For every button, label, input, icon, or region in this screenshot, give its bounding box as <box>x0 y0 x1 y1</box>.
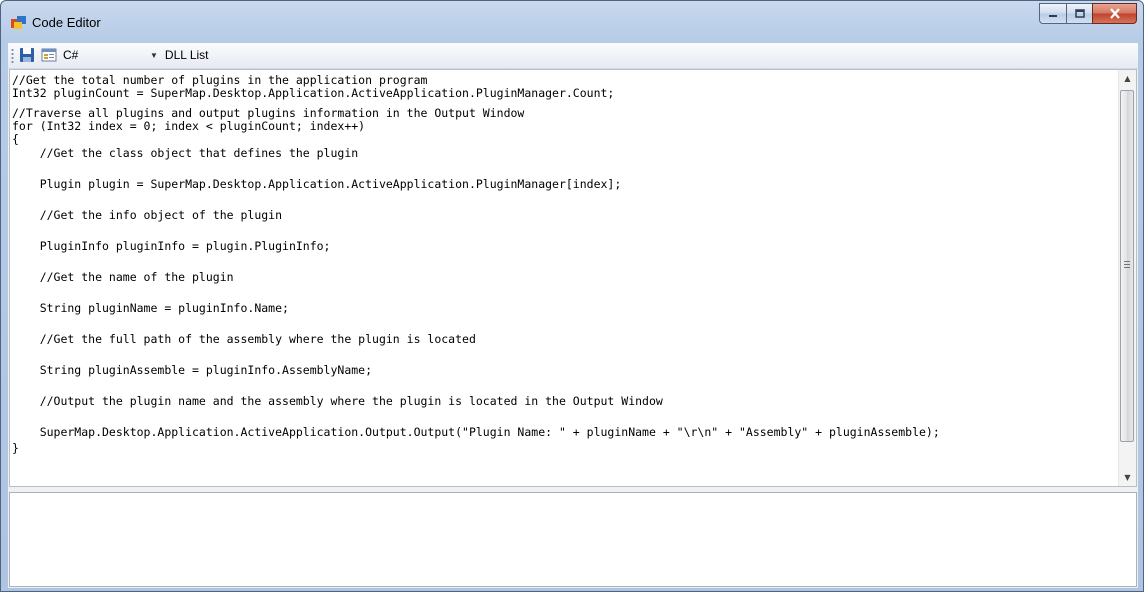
dll-list-dropdown[interactable]: ▼ DLL List <box>150 48 209 62</box>
code-editor-window: Code Editor C# ▼ DLL List //Get the tota… <box>0 0 1144 592</box>
dll-list-label: DLL List <box>164 48 209 62</box>
code-line: } <box>12 441 19 455</box>
arrow-up-icon: ▲ <box>1124 74 1131 83</box>
code-line: for (Int32 index = 0; index < pluginCoun… <box>12 119 366 133</box>
code-line: //Get the info object of the plugin <box>12 208 283 222</box>
code-line: //Get the full path of the assembly wher… <box>12 332 476 346</box>
save-icon <box>20 48 34 62</box>
caption-buttons <box>1039 3 1137 24</box>
close-button[interactable] <box>1092 3 1137 24</box>
code-line: Int32 pluginCount = SuperMap.Desktop.App… <box>12 86 615 100</box>
save-button[interactable] <box>17 45 37 65</box>
code-line: //Get the name of the plugin <box>12 270 234 284</box>
vertical-scrollbar[interactable]: ▲ ▼ <box>1118 70 1136 486</box>
toolbar: C# ▼ DLL List <box>8 43 1138 69</box>
code-line: { <box>12 132 19 146</box>
minimize-button[interactable] <box>1039 3 1066 24</box>
code-line: //Output the plugin name and the assembl… <box>12 394 663 408</box>
client-area: C# ▼ DLL List //Get the total number of … <box>8 43 1138 588</box>
scroll-thumb[interactable] <box>1120 90 1134 442</box>
toolbar-grip[interactable] <box>11 48 14 63</box>
properties-icon <box>41 48 57 62</box>
scroll-down-button[interactable]: ▼ <box>1119 469 1136 486</box>
window-title: Code Editor <box>32 15 101 30</box>
properties-button[interactable] <box>39 45 59 65</box>
maximize-button[interactable] <box>1066 3 1092 24</box>
code-line: Plugin plugin = SuperMap.Desktop.Applica… <box>12 177 622 191</box>
code-line: SuperMap.Desktop.Application.ActiveAppli… <box>12 425 940 439</box>
language-label[interactable]: C# <box>63 48 78 62</box>
maximize-icon <box>1074 9 1085 18</box>
chevron-down-icon: ▼ <box>150 50 158 60</box>
code-line: String pluginName = pluginInfo.Name; <box>12 301 289 315</box>
title-bar[interactable]: Code Editor <box>1 1 1143 41</box>
minimize-icon <box>1049 14 1057 17</box>
close-icon <box>1109 8 1120 19</box>
code-line: PluginInfo pluginInfo = plugin.PluginInf… <box>12 239 331 253</box>
code-line: String pluginAssemble = pluginInfo.Assem… <box>12 363 373 377</box>
output-pane[interactable] <box>9 492 1137 587</box>
grip-icon <box>1124 261 1130 268</box>
code-text[interactable]: //Get the total number of plugins in the… <box>12 74 940 455</box>
code-editor[interactable]: //Get the total number of plugins in the… <box>9 69 1137 487</box>
scroll-up-button[interactable]: ▲ <box>1119 70 1136 87</box>
arrow-down-icon: ▼ <box>1124 473 1131 482</box>
code-line: //Get the class object that defines the … <box>12 146 359 160</box>
app-icon <box>11 15 27 29</box>
